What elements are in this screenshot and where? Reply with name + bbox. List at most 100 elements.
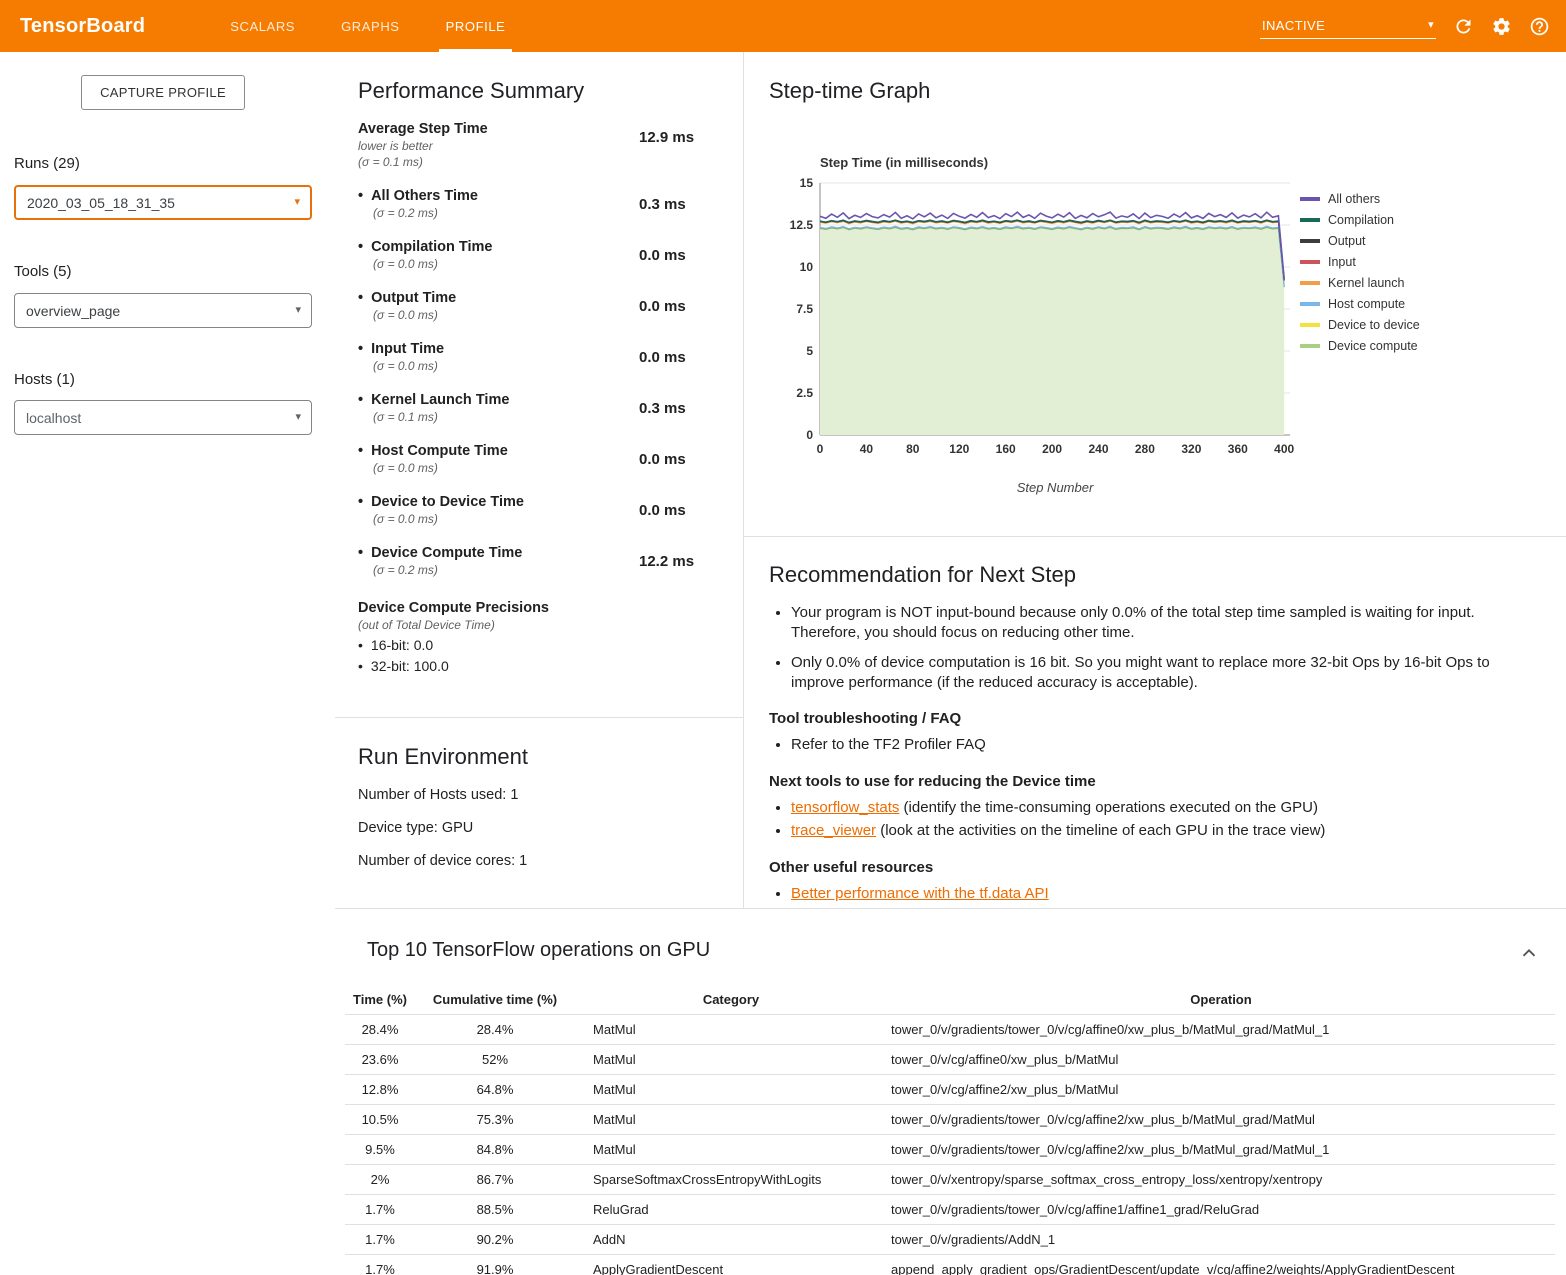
tools-select[interactable]: overview_page ▾ [14,293,312,328]
cumulative-cell: 75.3% [415,1105,575,1135]
legend-swatch-icon [1300,260,1320,264]
refresh-icon [1453,16,1474,37]
perf-item-sigma: (σ = 0.0 ms) [373,308,456,322]
legend-label: Device to device [1328,318,1420,332]
perf-item-sigma: (σ = 0.0 ms) [373,461,508,475]
next-tool-description: (identify the time-consuming operations … [899,799,1318,816]
time-cell: 1.7% [345,1255,415,1275]
average-step-time-sigma: (σ = 0.1 ms) [358,155,488,169]
help-icon [1529,16,1550,37]
precisions-title: Device Compute Precisions [358,600,719,616]
gear-icon [1491,16,1512,37]
legend-item: Device to device [1300,314,1420,335]
faq-list: Refer to the TF2 Profiler FAQ [791,735,1526,755]
average-step-time: Average Step Time lower is better (σ = 0… [358,121,719,169]
operation-cell: tower_0/v/cg/affine0/xw_plus_b/MatMul [887,1045,1555,1075]
precisions-list: •16-bit: 0.0•32-bit: 100.0 [358,637,719,674]
time-cell: 1.7% [345,1195,415,1225]
tensorboard-app: TensorBoard SCALARS GRAPHS PROFILE INACT… [0,0,1566,1275]
tensorflow-stats-link[interactable]: tensorflow_stats [791,799,899,816]
cumulative-cell: 90.2% [415,1225,575,1255]
recommendation-title: Recommendation for Next Step [769,562,1526,588]
perf-item-sigma: (σ = 0.2 ms) [373,206,478,220]
perf-item-value: 0.0 ms [639,502,719,519]
legend-swatch-icon [1300,344,1320,348]
bullet-icon: • [358,443,363,459]
chevron-down-icon: ▾ [295,305,301,316]
runs-select[interactable]: 2020_03_05_18_31_35 ▾ [14,185,312,220]
other-resources-heading: Other useful resources [769,859,1526,876]
next-tool-item: tensorflow_stats (identify the time-cons… [791,798,1526,818]
faq-heading: Tool troubleshooting / FAQ [769,710,1526,727]
tab-graphs[interactable]: GRAPHS [318,0,423,52]
run-environment-section: Run Environment Number of Hosts used: 1D… [335,718,743,869]
chart-title: Step Time (in milliseconds) [820,155,988,170]
column-header: Category [575,985,887,1015]
perf-item-text: •Device to Device Time (σ = 0.0 ms) [358,494,524,526]
legend-item: Device compute [1300,335,1420,356]
svg-text:12.5: 12.5 [790,218,813,232]
collapse-section-button[interactable] [1518,943,1540,965]
svg-text:280: 280 [1135,442,1155,456]
bullet-icon: • [358,188,363,204]
average-step-time-value: 12.9 ms [639,121,719,169]
next-tool-description: (look at the activities on the timeline … [876,822,1325,839]
time-cell: 12.8% [345,1075,415,1105]
chevron-up-icon [1518,943,1540,965]
time-cell: 1.7% [345,1225,415,1255]
table-header-row: Time (%)Cumulative time (%)CategoryOpera… [345,985,1555,1015]
perf-item-value: 0.3 ms [639,196,719,213]
status-dropdown[interactable]: INACTIVE ▾ [1260,13,1436,39]
svg-text:320: 320 [1181,442,1201,456]
operation-cell: append_apply_gradient_ops/GradientDescen… [887,1255,1555,1275]
hosts-label: Hosts (1) [14,371,75,388]
time-cell: 10.5% [345,1105,415,1135]
tab-scalars[interactable]: SCALARS [207,0,318,52]
tools-select-value: overview_page [26,303,120,319]
perf-item-label: •Device to Device Time [358,494,524,510]
bullet-icon: • [358,239,363,255]
cumulative-cell: 86.7% [415,1165,575,1195]
cumulative-cell: 84.8% [415,1135,575,1165]
performance-summary-section: Performance Summary Average Step Time lo… [335,52,743,718]
time-cell: 28.4% [345,1015,415,1045]
settings-button[interactable] [1491,16,1512,37]
tfdata-performance-link[interactable]: Better performance with the tf.data API [791,885,1049,902]
table-row: 1.7%90.2%AddNtower_0/v/gradients/AddN_1 [345,1225,1555,1255]
bullet-icon: • [358,637,363,653]
runs-select-value: 2020_03_05_18_31_35 [27,195,175,211]
precision-item: •32-bit: 100.0 [358,658,719,674]
refresh-button[interactable] [1453,16,1474,37]
perf-item-text: •Output Time (σ = 0.0 ms) [358,290,456,322]
bullet-icon: • [358,494,363,510]
category-cell: AddN [575,1225,887,1255]
legend-item: All others [1300,188,1420,209]
trace-viewer-link[interactable]: trace_viewer [791,822,876,839]
top-tabs: SCALARS GRAPHS PROFILE [207,0,528,52]
hosts-select[interactable]: localhost ▾ [14,400,312,435]
help-button[interactable] [1529,16,1550,37]
tab-profile[interactable]: PROFILE [423,0,529,52]
step-time-graph-section: Step-time Graph Step Time (in millisecon… [744,52,1566,537]
recommendation-bullets: Your program is NOT input-bound because … [791,603,1526,692]
bullet-icon: • [358,341,363,357]
legend-swatch-icon [1300,323,1320,327]
cumulative-cell: 91.9% [415,1255,575,1275]
table-row: 1.7%91.9%ApplyGradientDescentappend_appl… [345,1255,1555,1275]
capture-profile-button[interactable]: CAPTURE PROFILE [81,75,245,110]
recommendation-bullet: Only 0.0% of device computation is 16 bi… [791,653,1526,692]
svg-text:15: 15 [800,176,814,190]
category-cell: MatMul [575,1075,887,1105]
legend-swatch-icon [1300,218,1320,222]
perf-item-text: •Kernel Launch Time (σ = 0.1 ms) [358,392,509,424]
perf-item-text: •Device Compute Time (σ = 0.2 ms) [358,545,522,577]
other-resource-item: Better performance with the tf.data API [791,884,1526,904]
runs-label: Runs (29) [14,155,80,172]
table-row: 9.5%84.8%MatMultower_0/v/gradients/tower… [345,1135,1555,1165]
status-dropdown-value: INACTIVE [1262,18,1325,33]
perf-item-sigma: (σ = 0.0 ms) [373,359,444,373]
tools-label: Tools (5) [14,263,72,280]
chart-x-axis-label: Step Number [820,480,1290,495]
bullet-icon: • [358,290,363,306]
legend-label: Compilation [1328,213,1394,227]
